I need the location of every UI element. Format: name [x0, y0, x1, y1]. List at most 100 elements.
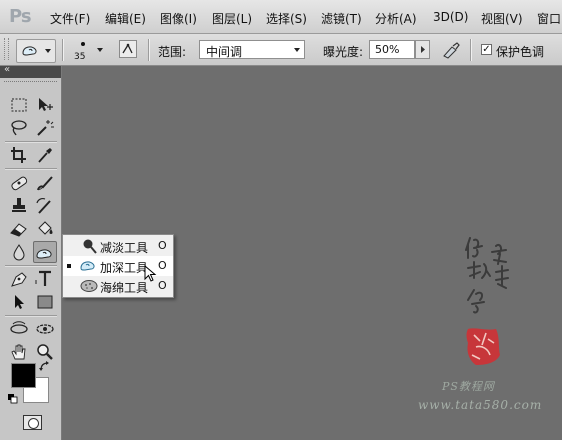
exposure-label: 曝光度: [323, 45, 364, 59]
calligraphy-watermark [465, 237, 509, 314]
menu-3d[interactable]: 3D(D) [433, 10, 468, 24]
rectangular-marquee-tool[interactable] [7, 94, 31, 116]
pen-icon [11, 272, 27, 287]
divider [148, 39, 150, 61]
stamp-icon [12, 198, 26, 212]
watermark-url: www.tata580.com [418, 398, 543, 412]
magic-wand-icon [37, 120, 54, 136]
divider [62, 39, 64, 61]
clone-stamp-tool[interactable] [7, 195, 31, 217]
zoom-tool[interactable] [33, 341, 57, 363]
exposure-slider-button[interactable] [415, 40, 430, 59]
spot-healing-brush-tool[interactable] [7, 172, 31, 194]
flyout-item-shortcut: O [158, 239, 167, 252]
brush-tool[interactable] [33, 172, 57, 194]
path-selection-tool[interactable] [7, 291, 31, 313]
menu-window[interactable]: 窗口 [537, 10, 561, 27]
eyedropper-icon [38, 148, 52, 163]
tools-panel-grip[interactable] [4, 81, 57, 84]
crop-tool[interactable] [7, 144, 31, 166]
move-tool[interactable] [33, 94, 57, 116]
hand-tool[interactable] [7, 341, 31, 363]
3d-rotate-icon [10, 321, 28, 334]
brush-tip-icon [81, 42, 85, 46]
blur-tool[interactable] [7, 241, 31, 263]
menu-analysis[interactable]: 分析(A) [375, 10, 417, 27]
lasso-tool[interactable] [7, 117, 31, 139]
range-value: 中间调 [206, 45, 243, 59]
default-colors-icon[interactable] [8, 394, 18, 404]
brush-preset-picker[interactable]: 35 [72, 37, 94, 63]
burn-icon [80, 261, 95, 271]
collapse-icon[interactable]: « [4, 64, 10, 75]
protect-tones-checkbox[interactable]: ✓ [481, 44, 492, 55]
quick-mask-button[interactable] [23, 415, 42, 430]
divider [5, 315, 57, 317]
burn-icon [36, 249, 52, 259]
eraser-icon [10, 223, 27, 237]
swap-colors-icon[interactable] [39, 361, 51, 373]
menu-layer[interactable]: 图层(L) [212, 10, 252, 27]
dodge-icon [83, 239, 97, 254]
type-icon [35, 270, 51, 286]
divider [5, 168, 57, 170]
flyout-item-shortcut: O [158, 259, 167, 272]
magic-wand-tool[interactable] [33, 117, 57, 139]
chevron-right-icon [421, 46, 425, 53]
chevron-down-icon [45, 49, 51, 53]
brush-size: 35 [74, 52, 86, 62]
chevron-down-icon [294, 48, 300, 52]
eyedropper-tool[interactable] [33, 144, 57, 166]
divider [5, 141, 57, 143]
eraser-tool[interactable] [7, 218, 31, 240]
menu-filter[interactable]: 滤镜(T) [321, 10, 362, 27]
menu-file[interactable]: 文件(F) [50, 10, 90, 27]
chevron-down-icon[interactable] [97, 48, 103, 52]
blur-icon [13, 244, 25, 261]
menu-select[interactable]: 选择(S) [266, 10, 307, 27]
move-icon [39, 98, 53, 111]
menu-edit[interactable]: 编辑(E) [105, 10, 146, 27]
brush-panel-button[interactable] [119, 40, 137, 58]
tool-preset-picker[interactable] [16, 39, 56, 63]
red-seal-stamp [466, 328, 500, 365]
tools-panel: « [0, 64, 62, 440]
crop-icon [11, 147, 26, 163]
range-select[interactable]: 中间调 [199, 40, 305, 59]
menu-image[interactable]: 图像(I) [160, 10, 197, 27]
arrow-select-icon [15, 295, 24, 309]
foreground-color-swatch[interactable] [11, 363, 36, 388]
pen-tool[interactable] [7, 268, 31, 290]
paint-bucket-tool[interactable] [33, 218, 57, 240]
options-bar: 35 范围: 中间调 曝光度: 50% ✓ 保护色调 [0, 34, 562, 66]
history-brush-icon [36, 197, 51, 214]
flyout-item-shortcut: O [158, 279, 167, 292]
airbrush-toggle[interactable] [440, 40, 462, 60]
bandage-icon [11, 176, 28, 191]
mouse-cursor-icon [144, 265, 157, 282]
flyout-item-dodge[interactable]: 减淡工具 O [63, 236, 173, 256]
menu-view[interactable]: 视图(V) [481, 10, 523, 27]
3d-rotate-tool[interactable] [7, 318, 31, 340]
flyout-item-label: 加深工具 [100, 261, 149, 275]
marquee-icon [11, 98, 27, 112]
flyout-item-label: 减淡工具 [100, 241, 149, 255]
rectangle-tool[interactable] [33, 291, 57, 313]
exposure-input[interactable]: 50% [369, 40, 415, 59]
brush-icon [37, 176, 53, 191]
history-brush-tool[interactable] [33, 195, 57, 217]
protect-tones-label: 保护色调 [496, 45, 545, 59]
paint-bucket-icon [38, 221, 53, 235]
3d-orbit-tool[interactable] [33, 318, 57, 340]
watermark-site-name: PS教程网 [442, 380, 495, 393]
tools-panel-header[interactable]: « [0, 64, 61, 78]
zoom-icon [37, 344, 53, 360]
options-bar-grip[interactable] [4, 38, 9, 60]
type-tool[interactable] [33, 268, 57, 290]
app-logo: Ps [9, 6, 32, 27]
menu-bar: Ps 文件(F) 编辑(E) 图像(I) 图层(L) 选择(S) 滤镜(T) 分… [0, 0, 562, 34]
exposure-value: 50% [375, 43, 400, 56]
3d-orbit-icon [36, 324, 54, 334]
flyout-item-label: 海绵工具 [100, 281, 149, 295]
burn-tool[interactable] [33, 241, 57, 263]
